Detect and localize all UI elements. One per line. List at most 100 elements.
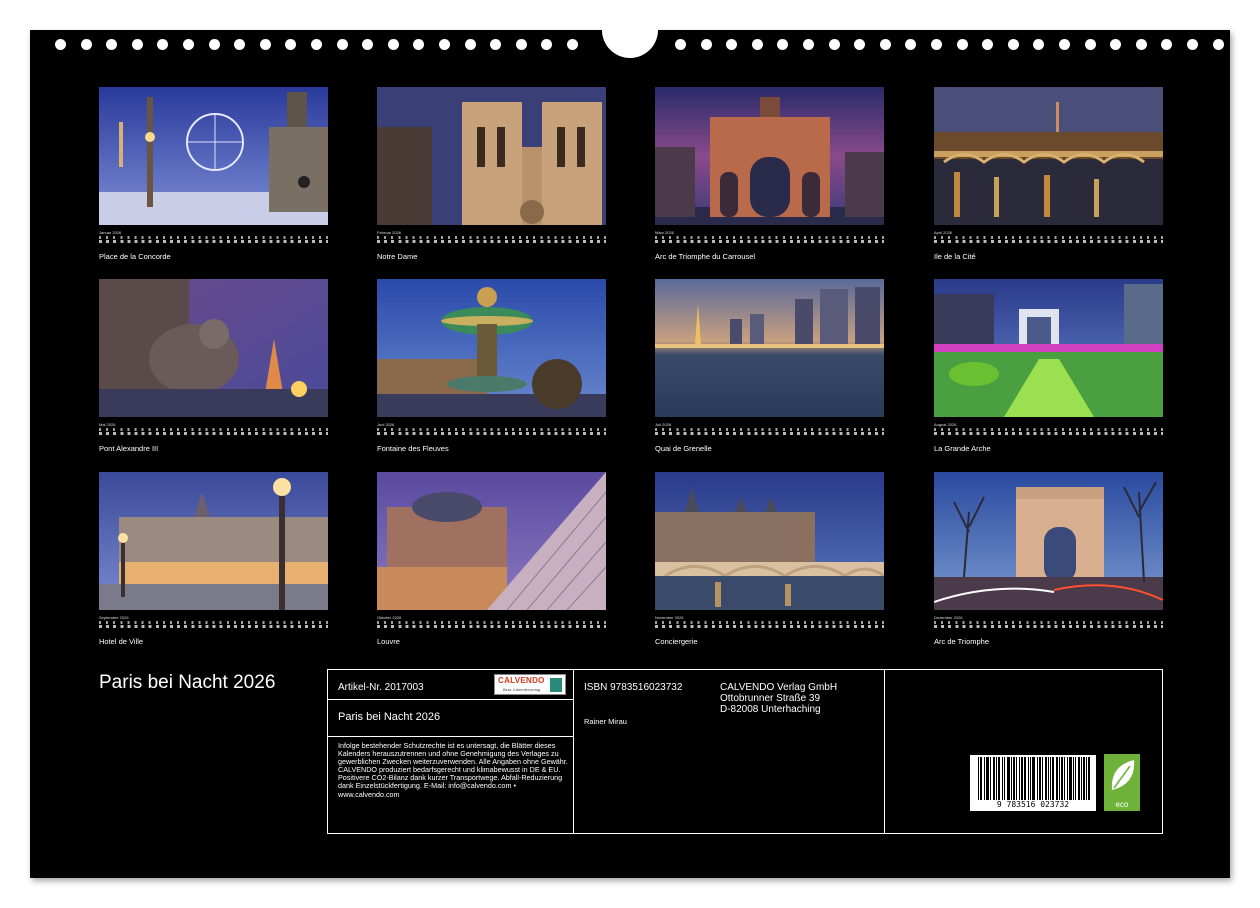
photo-louvre xyxy=(377,472,606,610)
barcode-bar xyxy=(1061,757,1062,800)
place-caption: Arc de Triomphe du Carrousel xyxy=(655,252,884,261)
divider xyxy=(884,670,885,833)
eco-badge: eco xyxy=(1104,754,1140,811)
binding-hole xyxy=(311,39,322,50)
month-tile-december: Dezember 2026 Arc de Triomphe xyxy=(934,472,1163,646)
day-numbers-row xyxy=(377,240,606,243)
barcode-bar xyxy=(993,757,994,800)
binding-hole xyxy=(362,39,373,50)
barcode-bar xyxy=(1078,757,1079,800)
logo-mark-icon xyxy=(550,678,562,692)
day-numbers-row xyxy=(99,432,328,435)
binding-hole xyxy=(1059,39,1070,50)
isbn-barcode: 9 783516 023732 xyxy=(970,755,1096,811)
barcode-bars xyxy=(978,757,1090,800)
barcode-bar xyxy=(1039,757,1040,800)
binding-hole xyxy=(285,39,296,50)
barcode-bar xyxy=(1079,757,1080,800)
binding-hole xyxy=(106,39,117,50)
barcode-bar xyxy=(1057,757,1058,800)
logo-subtext: Best. Kalenderverlag xyxy=(503,687,540,692)
binding-hole xyxy=(1008,39,1019,50)
barcode-bar xyxy=(1084,757,1085,800)
month-label: März 2026 xyxy=(655,230,884,235)
month-tile-april: April 2026 Ile de la Cité xyxy=(934,87,1163,261)
binding-hole xyxy=(209,39,220,50)
month-label: April 2026 xyxy=(934,230,1163,235)
weekday-row xyxy=(377,621,606,624)
binding-hole xyxy=(55,39,66,50)
binding-hole xyxy=(183,39,194,50)
barcode-bar xyxy=(1062,757,1063,800)
barcode-bar xyxy=(1019,757,1020,800)
barcode-bar xyxy=(1088,757,1089,800)
weekday-row xyxy=(655,621,884,624)
weekday-row xyxy=(655,428,884,431)
binding-hole xyxy=(413,39,424,50)
month-label: Oktober 2026 xyxy=(377,615,606,620)
weekday-row xyxy=(99,621,328,624)
month-label: Juli 2026 xyxy=(655,422,884,427)
place-caption: Fontaine des Fleuves xyxy=(377,444,606,453)
weekday-row xyxy=(99,236,328,239)
barcode-bar xyxy=(999,757,1000,800)
place-caption: Pont Alexandre III xyxy=(99,444,328,453)
weekday-row xyxy=(377,428,606,431)
binding-hole xyxy=(982,39,993,50)
weekday-row xyxy=(934,428,1163,431)
month-tile-june: Juni 2026 Fontaine des Fleuves xyxy=(377,279,606,453)
photo-la-grande-arche xyxy=(934,279,1163,417)
weekday-row xyxy=(934,236,1163,239)
month-label: Dezember 2026 xyxy=(934,615,1163,620)
month-label: September 2026 xyxy=(99,615,328,620)
photo-arc-de-triomphe-du-carrousel xyxy=(655,87,884,225)
month-tile-july: Juli 2026 Quai de Grenelle xyxy=(655,279,884,453)
day-numbers-row xyxy=(99,625,328,628)
barcode-bar xyxy=(1073,757,1074,800)
day-numbers-row xyxy=(377,625,606,628)
logo-text: CALVENDO xyxy=(498,676,545,685)
barcode-bar xyxy=(996,757,997,800)
day-numbers-row xyxy=(99,240,328,243)
day-numbers-row xyxy=(934,432,1163,435)
leaf-icon xyxy=(1104,754,1140,798)
publisher-name: CALVENDO Verlag GmbH xyxy=(720,682,837,693)
binding-hole xyxy=(726,39,737,50)
photo-ile-de-la-cite xyxy=(934,87,1163,225)
binding-hole xyxy=(516,39,527,50)
place-caption: Arc de Triomphe xyxy=(934,637,1163,646)
calvendo-logo: CALVENDO Best. Kalenderverlag xyxy=(494,674,566,695)
barcode-bar xyxy=(1052,757,1053,800)
barcode-bar xyxy=(1013,757,1014,800)
binding-hole xyxy=(388,39,399,50)
article-number: Artikel-Nr. 2017003 xyxy=(338,682,424,693)
binding-hole xyxy=(1033,39,1044,50)
barcode-bar xyxy=(1022,757,1023,800)
barcode-bar xyxy=(1030,757,1031,800)
binding-hole xyxy=(490,39,501,50)
photo-conciergerie xyxy=(655,472,884,610)
binding-hole xyxy=(1110,39,1121,50)
barcode-bar xyxy=(1032,757,1033,800)
day-numbers-row xyxy=(377,432,606,435)
barcode-bar xyxy=(1014,757,1015,800)
place-caption: Conciergerie xyxy=(655,637,884,646)
weekday-row xyxy=(377,236,606,239)
barcode-bar xyxy=(1086,757,1087,800)
barcode-bar xyxy=(1034,757,1035,800)
divider xyxy=(328,699,574,700)
barcode-bar xyxy=(980,757,981,800)
barcode-bar xyxy=(1028,757,1029,800)
place-caption: Louvre xyxy=(377,637,606,646)
barcode-bar xyxy=(990,757,991,800)
barcode-bar xyxy=(1064,757,1065,800)
barcode-bar xyxy=(988,757,989,800)
barcode-bar xyxy=(1081,757,1082,800)
weekday-row xyxy=(99,428,328,431)
weekday-row xyxy=(655,236,884,239)
barcode-bar xyxy=(978,757,979,800)
month-tile-august: August 2026 La Grande Arche xyxy=(934,279,1163,453)
barcode-bar xyxy=(1075,757,1076,800)
barcode-bar xyxy=(1033,757,1034,800)
place-caption: Quai de Grenelle xyxy=(655,444,884,453)
